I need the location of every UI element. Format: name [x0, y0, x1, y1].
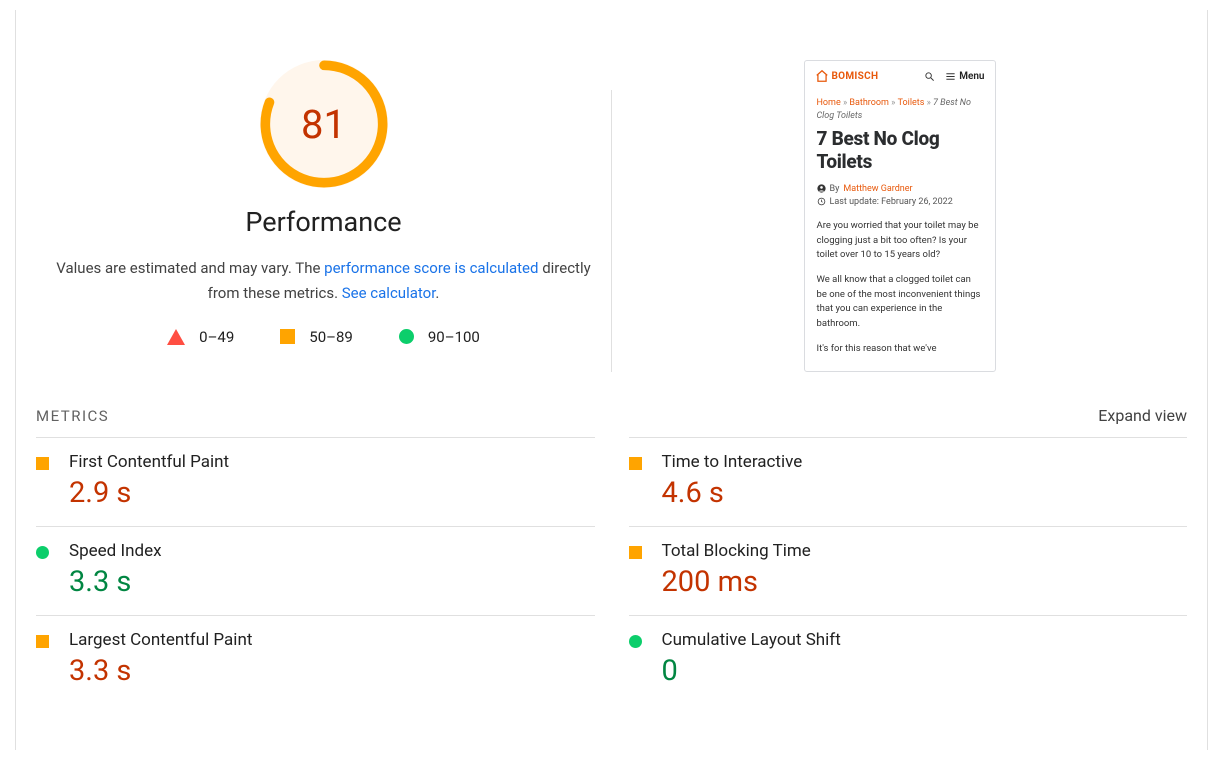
legend-item-good: 90–100 [399, 328, 480, 346]
metric-body: First Contentful Paint 2.9 s [69, 452, 229, 510]
circle-icon [36, 546, 49, 559]
shot-logo-text: BOMISCH [832, 71, 879, 82]
metrics-header: METRICS Expand view [36, 402, 1187, 437]
metric-body: Cumulative Layout Shift 0 [662, 630, 841, 688]
circle-icon [399, 329, 414, 344]
summary-row: 81 Performance Values are estimated and … [36, 10, 1187, 402]
crumb-toilets: Toilets [898, 98, 925, 108]
performance-column: 81 Performance Values are estimated and … [36, 60, 611, 372]
desc-text-pre: Values are estimated and may vary. The [56, 259, 324, 277]
score-calc-link[interactable]: performance score is calculated [324, 259, 538, 277]
metric-row[interactable]: Cumulative Layout Shift 0 [629, 615, 1188, 704]
house-icon [815, 69, 829, 83]
score-legend: 0–49 50–89 90–100 [167, 328, 480, 346]
square-icon [629, 457, 642, 470]
metric-value: 2.9 s [69, 476, 229, 510]
shot-menu-label: Menu [959, 71, 984, 82]
hamburger-icon [945, 71, 956, 82]
search-icon [924, 71, 935, 82]
metric-name: Total Blocking Time [662, 541, 811, 561]
shot-header-right: Menu [924, 71, 984, 82]
metric-body: Time to Interactive 4.6 s [662, 452, 803, 510]
square-icon [36, 635, 49, 648]
shot-meta: By Matthew Gardner Last update: February… [817, 184, 983, 207]
updated-text: Last update: February 26, 2022 [830, 197, 953, 207]
lighthouse-report: 81 Performance Values are estimated and … [15, 10, 1208, 750]
metric-row[interactable]: First Contentful Paint 2.9 s [36, 437, 595, 526]
metrics-title: METRICS [36, 407, 109, 425]
metric-value: 4.6 s [662, 476, 803, 510]
gauge-score: 81 [260, 60, 388, 188]
metric-name: Speed Index [69, 541, 162, 561]
shot-p2: We all know that a clogged toilet can be… [817, 273, 983, 332]
author-link: Matthew Gardner [843, 184, 912, 194]
metric-row[interactable]: Speed Index 3.3 s [36, 526, 595, 615]
shot-header: BOMISCH Menu [805, 61, 995, 89]
performance-heading: Performance [245, 206, 401, 238]
user-icon [817, 184, 826, 193]
performance-gauge: 81 [260, 60, 388, 188]
metric-name: Largest Contentful Paint [69, 630, 252, 650]
shot-author-row: By Matthew Gardner [817, 184, 983, 194]
metric-name: First Contentful Paint [69, 452, 229, 472]
metric-body: Speed Index 3.3 s [69, 541, 162, 599]
shot-logo: BOMISCH [815, 69, 879, 83]
square-icon [280, 329, 295, 344]
square-icon [36, 457, 49, 470]
metric-row[interactable]: Time to Interactive 4.6 s [629, 437, 1188, 526]
clock-icon [817, 197, 826, 206]
triangle-icon [167, 329, 185, 345]
square-icon [629, 546, 642, 559]
shot-body: Home » Bathroom » Toilets » 7 Best No Cl… [805, 89, 995, 371]
crumb-sep: » [891, 98, 895, 108]
legend-range-good: 90–100 [428, 328, 480, 346]
metrics-grid: First Contentful Paint 2.9 s Time to Inter… [36, 437, 1187, 704]
metric-value: 3.3 s [69, 654, 252, 688]
legend-item-average: 50–89 [280, 328, 353, 346]
metric-body: Total Blocking Time 200 ms [662, 541, 811, 599]
page-screenshot: BOMISCH Menu Home » Bathroom [804, 60, 996, 372]
shot-menu: Menu [945, 71, 984, 82]
desc-text-post: . [435, 284, 439, 302]
see-calculator-link[interactable]: See calculator [342, 284, 436, 302]
metric-value: 3.3 s [69, 565, 162, 599]
metric-body: Largest Contentful Paint 3.3 s [69, 630, 252, 688]
legend-item-fail: 0–49 [167, 328, 234, 346]
shot-p3: It's for this reason that we've [817, 342, 983, 357]
metric-row[interactable]: Largest Contentful Paint 3.3 s [36, 615, 595, 704]
expand-view-toggle[interactable]: Expand view [1098, 406, 1187, 425]
crumb-sep: » [843, 98, 847, 108]
metric-name: Cumulative Layout Shift [662, 630, 841, 650]
crumb-home: Home [817, 98, 841, 108]
circle-icon [629, 635, 642, 648]
crumb-bathroom: Bathroom [849, 98, 889, 108]
metric-value: 200 ms [662, 565, 811, 599]
screenshot-column: BOMISCH Menu Home » Bathroom [612, 60, 1187, 372]
crumb-sep: » [927, 98, 931, 108]
shot-breadcrumb: Home » Bathroom » Toilets » 7 Best No Cl… [817, 97, 983, 122]
metric-name: Time to Interactive [662, 452, 803, 472]
by-label: By [830, 184, 840, 194]
metric-value: 0 [662, 654, 841, 688]
metric-row[interactable]: Total Blocking Time 200 ms [629, 526, 1188, 615]
shot-p1: Are you worried that your toilet may be … [817, 219, 983, 263]
shot-updated-row: Last update: February 26, 2022 [817, 197, 983, 207]
legend-range-average: 50–89 [309, 328, 353, 346]
performance-description: Values are estimated and may vary. The p… [44, 256, 604, 306]
legend-range-fail: 0–49 [199, 328, 234, 346]
shot-title: 7 Best No Clog Toilets [817, 128, 983, 174]
